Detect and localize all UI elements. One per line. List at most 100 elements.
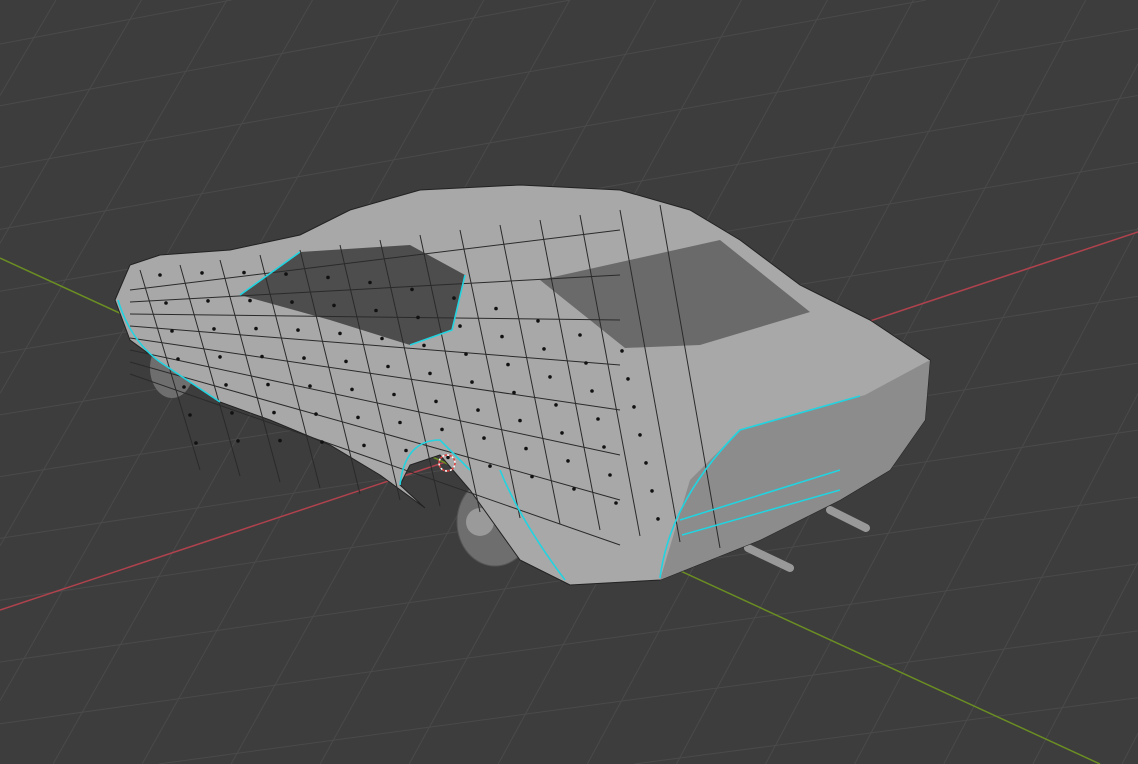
vertex[interactable] (410, 287, 414, 292)
grid-line (634, 697, 1138, 764)
grid-line (1032, 562, 1138, 764)
vertex[interactable] (458, 324, 462, 328)
vertex[interactable] (338, 331, 342, 336)
vertex[interactable] (536, 319, 540, 323)
vertex[interactable] (320, 440, 324, 444)
grid-line (854, 227, 1138, 764)
vertex[interactable] (194, 441, 198, 445)
vertex[interactable] (326, 275, 330, 280)
vertex[interactable] (548, 375, 552, 379)
vertex[interactable] (578, 333, 582, 337)
vertex[interactable] (284, 272, 288, 276)
vertex[interactable] (434, 399, 438, 404)
vertex[interactable] (386, 364, 390, 369)
vertex[interactable] (638, 433, 642, 437)
vertex[interactable] (290, 300, 294, 304)
vertex[interactable] (428, 371, 432, 376)
vertex[interactable] (470, 380, 474, 384)
grid-line (0, 0, 142, 244)
vertex[interactable] (482, 436, 486, 440)
viewport-canvas[interactable] (0, 0, 1138, 764)
grid-line (0, 0, 927, 169)
vertex[interactable] (314, 412, 318, 416)
vertex[interactable] (620, 349, 624, 353)
grid-line (0, 0, 232, 45)
vertex[interactable] (518, 418, 522, 423)
vertex[interactable] (248, 298, 252, 303)
vertex[interactable] (560, 431, 564, 435)
vertex[interactable] (566, 459, 570, 463)
vertex[interactable] (422, 343, 426, 348)
vertex[interactable] (392, 392, 396, 397)
vertex[interactable] (350, 387, 354, 392)
vertex[interactable] (218, 355, 222, 359)
vertex[interactable] (272, 410, 276, 415)
vertex[interactable] (440, 427, 444, 432)
car-body (114, 184, 931, 586)
3d-viewport[interactable] (0, 0, 1138, 764)
vertex[interactable] (188, 413, 192, 417)
vertex[interactable] (170, 329, 174, 333)
car-mesh[interactable] (114, 184, 931, 586)
vertex[interactable] (182, 385, 186, 389)
vertex[interactable] (260, 354, 264, 359)
vertex[interactable] (500, 334, 504, 339)
vertex[interactable] (488, 464, 492, 468)
vertex[interactable] (356, 415, 360, 420)
vertex[interactable] (380, 336, 384, 341)
grid-line (0, 563, 1138, 725)
vertex[interactable] (452, 296, 456, 300)
vertex[interactable] (296, 328, 300, 332)
vertex[interactable] (608, 473, 612, 477)
vertex[interactable] (236, 439, 240, 443)
vertex[interactable] (446, 455, 450, 460)
grid-line (0, 0, 57, 96)
vertex[interactable] (542, 347, 546, 351)
vertex[interactable] (572, 487, 576, 491)
vertex[interactable] (596, 417, 600, 421)
vertex[interactable] (626, 377, 630, 381)
vertex[interactable] (200, 271, 204, 275)
grid-line (943, 393, 1138, 764)
grid-line (1121, 732, 1138, 764)
vertex[interactable] (656, 517, 660, 521)
grid-line (0, 0, 571, 107)
vertex[interactable] (206, 299, 210, 303)
vertex[interactable] (476, 408, 480, 412)
vertex[interactable] (464, 352, 468, 356)
vertex[interactable] (494, 306, 498, 311)
vertex[interactable] (374, 308, 378, 313)
vertex[interactable] (254, 326, 258, 331)
vertex[interactable] (242, 270, 246, 275)
vertex[interactable] (398, 420, 402, 425)
vertex[interactable] (524, 446, 528, 451)
vertex[interactable] (644, 461, 648, 465)
vertex[interactable] (530, 474, 534, 479)
vertex[interactable] (404, 448, 408, 453)
vertex[interactable] (512, 390, 516, 395)
vertex[interactable] (164, 301, 168, 305)
vertex[interactable] (230, 411, 234, 415)
vertex[interactable] (308, 384, 312, 388)
vertex[interactable] (362, 443, 366, 448)
vertex[interactable] (176, 357, 180, 361)
vertex[interactable] (602, 445, 606, 449)
vertex[interactable] (614, 501, 618, 505)
vertex[interactable] (590, 389, 594, 393)
vertex[interactable] (224, 383, 228, 387)
vertex[interactable] (344, 359, 348, 364)
vertex[interactable] (332, 303, 336, 308)
vertex[interactable] (158, 273, 162, 277)
vertex[interactable] (584, 361, 588, 365)
vertex[interactable] (368, 280, 372, 285)
vertex[interactable] (212, 327, 216, 331)
vertex[interactable] (278, 438, 282, 443)
vertex[interactable] (554, 403, 558, 407)
vertex[interactable] (302, 356, 306, 360)
vertex[interactable] (416, 315, 420, 320)
vertex[interactable] (650, 489, 654, 493)
vertex[interactable] (266, 382, 270, 387)
vertex[interactable] (632, 405, 636, 409)
exhaust-pipe (826, 506, 870, 532)
vertex[interactable] (506, 362, 510, 367)
